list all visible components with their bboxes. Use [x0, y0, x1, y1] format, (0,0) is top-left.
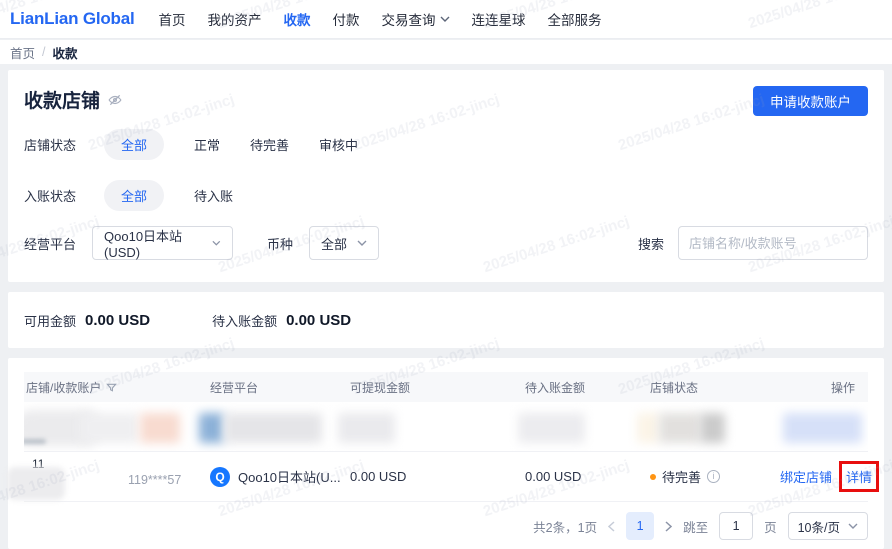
- nav-item-planet[interactable]: 连连星球: [472, 9, 526, 29]
- nav-menu: 首页 我的资产 收款 付款 交易查询 连连星球 全部服务: [159, 9, 602, 29]
- entry-status-all[interactable]: 全部: [104, 180, 165, 211]
- available-amount-label: 可用金额: [24, 313, 77, 329]
- prev-page-button[interactable]: [608, 520, 615, 532]
- filter-funnel-icon[interactable]: [106, 382, 118, 393]
- search-box: [678, 226, 868, 260]
- shop-status-options: 全部 正常 待完善 审核中: [104, 129, 358, 160]
- eye-hidden-icon[interactable]: [108, 93, 122, 107]
- shop-status-incomplete[interactable]: 待完善: [250, 129, 289, 160]
- jump-page-input[interactable]: [719, 512, 754, 540]
- redacted-block: [659, 413, 700, 443]
- pending-amount-value: 0.00 USD: [286, 311, 352, 329]
- chevron-right-icon: [665, 520, 673, 532]
- redacted-block: [518, 413, 585, 443]
- shop-status-label: 店铺状态: [24, 138, 77, 153]
- shop-status-reviewing[interactable]: 审核中: [319, 129, 358, 160]
- pagination: 共2条，1页 1 跳至 页 10条/页: [533, 512, 868, 540]
- col-shop-account: 店铺/收款账户: [26, 380, 102, 395]
- chevron-down-icon: [440, 16, 450, 22]
- page-size-select[interactable]: 10条/页: [787, 512, 868, 540]
- col-platform: 经营平台: [210, 380, 259, 395]
- platform-label: 经营平台: [24, 236, 77, 252]
- status-dot-icon: [650, 473, 656, 480]
- table-card: 店铺/收款账户 经营平台 可提现金额 待入账金额 店铺状态 操作 11 119*…: [7, 358, 884, 549]
- shop-name-redacted: [7, 467, 65, 500]
- shop-status-normal[interactable]: 正常: [194, 129, 220, 160]
- pending-amount-label: 待入账金额: [212, 313, 278, 329]
- summary-card: 可用金额 0.00 USD 待入账金额 0.00 USD: [8, 292, 884, 348]
- currency-select[interactable]: 全部: [309, 226, 380, 260]
- redacted-block: [700, 413, 725, 443]
- pending-amount: 0.00 USD: [525, 469, 582, 484]
- chevron-left-icon: [608, 520, 615, 532]
- redacted-block: [140, 413, 180, 443]
- col-shop-status: 店铺状态: [650, 380, 699, 395]
- nav-item-receive[interactable]: 收款: [284, 9, 311, 29]
- withdrawable-amount: 0.00 USD: [350, 469, 407, 484]
- search-input[interactable]: [689, 235, 865, 251]
- col-pending: 待入账金额: [525, 380, 586, 395]
- platform-select[interactable]: Qoo10日本站(USD): [92, 226, 234, 260]
- top-nav: LianLian Global 首页 我的资产 收款 付款 交易查询 连连星球 …: [0, 0, 892, 39]
- qoo10-platform-icon: Q: [210, 466, 230, 487]
- table-row: 11 119****57 Q Qoo10日本站(U... 0.00 USD 0.…: [7, 452, 880, 502]
- nav-item-assets[interactable]: 我的资产: [208, 9, 262, 29]
- table-row-redacted: [24, 402, 868, 452]
- page-number-button[interactable]: 1: [626, 512, 655, 540]
- available-amount-value: 0.00 USD: [85, 311, 151, 329]
- breadcrumb-home[interactable]: 首页: [10, 43, 35, 62]
- redacted-smudge: [24, 439, 46, 444]
- platform-name: Qoo10日本站(U...: [238, 470, 341, 485]
- chevron-down-icon: [212, 240, 221, 246]
- table-header: 店铺/收款账户 经营平台 可提现金额 待入账金额 店铺状态 操作: [24, 372, 868, 402]
- redacted-block: [783, 413, 862, 443]
- redacted-block: [224, 413, 322, 443]
- page-unit-label: 页: [764, 520, 777, 535]
- nav-item-transactions[interactable]: 交易查询: [382, 9, 450, 29]
- status-badge: 待完善: [662, 470, 702, 485]
- breadcrumb: 首页 / 收款: [0, 40, 892, 64]
- chevron-down-icon: [357, 240, 367, 246]
- bind-shop-link[interactable]: 绑定店铺: [780, 467, 832, 486]
- nav-item-home[interactable]: 首页: [159, 9, 186, 29]
- info-icon[interactable]: [707, 470, 721, 483]
- page-title: 收款店铺: [24, 91, 101, 112]
- next-page-button[interactable]: [665, 520, 673, 532]
- redacted-block: [80, 413, 138, 443]
- entry-status-options: 全部 待入账: [104, 180, 233, 211]
- logo[interactable]: LianLian Global: [10, 9, 135, 29]
- shop-status-all[interactable]: 全部: [104, 129, 165, 160]
- shop-account: 119****57: [128, 473, 182, 487]
- jump-label: 跳至: [683, 520, 709, 535]
- pagination-total: 共2条，1页: [533, 520, 598, 535]
- detail-link[interactable]: 详情: [839, 461, 880, 492]
- redacted-block: [637, 413, 659, 443]
- nav-item-pay[interactable]: 付款: [333, 9, 360, 29]
- search-label: 搜索: [637, 236, 664, 252]
- chevron-down-icon: [848, 523, 858, 529]
- redacted-block: [338, 413, 395, 443]
- redacted-block: [199, 413, 224, 443]
- col-withdrawable: 可提现金额: [350, 380, 411, 395]
- nav-item-all-services[interactable]: 全部服务: [548, 9, 602, 29]
- breadcrumb-current: 收款: [52, 46, 78, 61]
- filters-card: 收款店铺 申请收款账户 店铺状态 全部 正常 待完善 审核中 入账状态 全部 待…: [8, 70, 884, 282]
- currency-label: 币种: [267, 236, 294, 252]
- breadcrumb-separator: /: [42, 45, 46, 59]
- entry-status-pending[interactable]: 待入账: [194, 180, 233, 211]
- col-actions: 操作: [830, 380, 855, 395]
- entry-status-label: 入账状态: [24, 189, 77, 204]
- apply-account-button[interactable]: 申请收款账户: [753, 86, 868, 116]
